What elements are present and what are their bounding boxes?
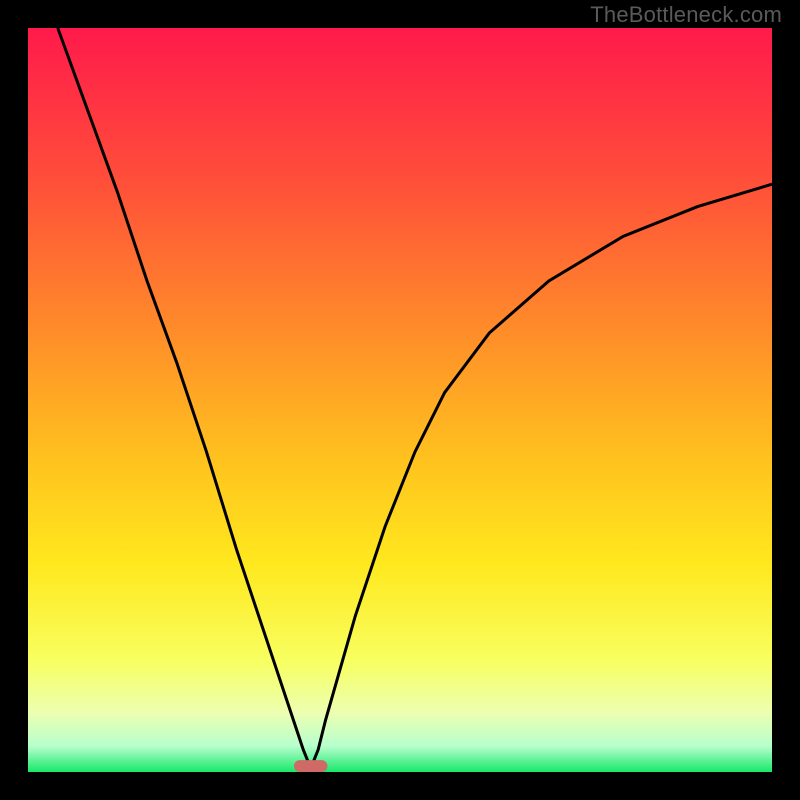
watermark-text: TheBottleneck.com bbox=[590, 2, 782, 28]
bottleneck-chart bbox=[0, 0, 800, 800]
plot-area bbox=[28, 28, 772, 772]
optimum-marker bbox=[294, 760, 327, 772]
chart-container: TheBottleneck.com bbox=[0, 0, 800, 800]
